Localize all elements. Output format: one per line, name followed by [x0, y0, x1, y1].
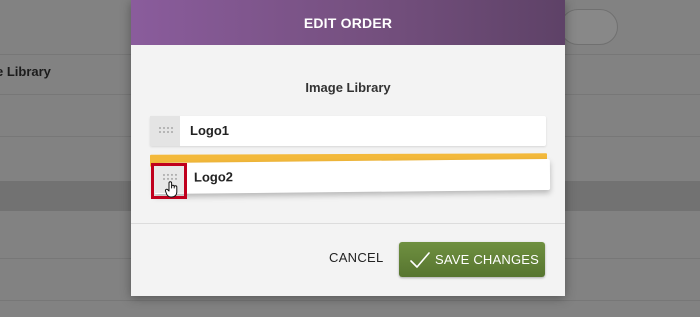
modal-header: EDIT ORDER [131, 0, 565, 45]
drag-handle[interactable] [150, 116, 180, 146]
edit-order-modal: EDIT ORDER Image Library Logo1 Logo2 CAN… [131, 0, 565, 296]
cancel-button[interactable]: CANCEL [329, 250, 384, 265]
modal-title: EDIT ORDER [303, 14, 393, 31]
sortable-item-dragging[interactable]: Logo2 [153, 158, 551, 195]
footer-divider [131, 223, 565, 224]
save-changes-button[interactable]: SAVE CHANGES [399, 242, 545, 277]
hand-cursor-icon [164, 181, 178, 198]
item-label: Logo1 [190, 123, 229, 138]
item-label: Logo2 [193, 169, 234, 185]
check-icon [410, 251, 430, 268]
sortable-item[interactable]: Logo1 [150, 116, 546, 146]
save-changes-label: SAVE CHANGES [435, 252, 540, 267]
grip-dots-icon [158, 126, 173, 136]
section-title: Image Library [305, 80, 391, 95]
